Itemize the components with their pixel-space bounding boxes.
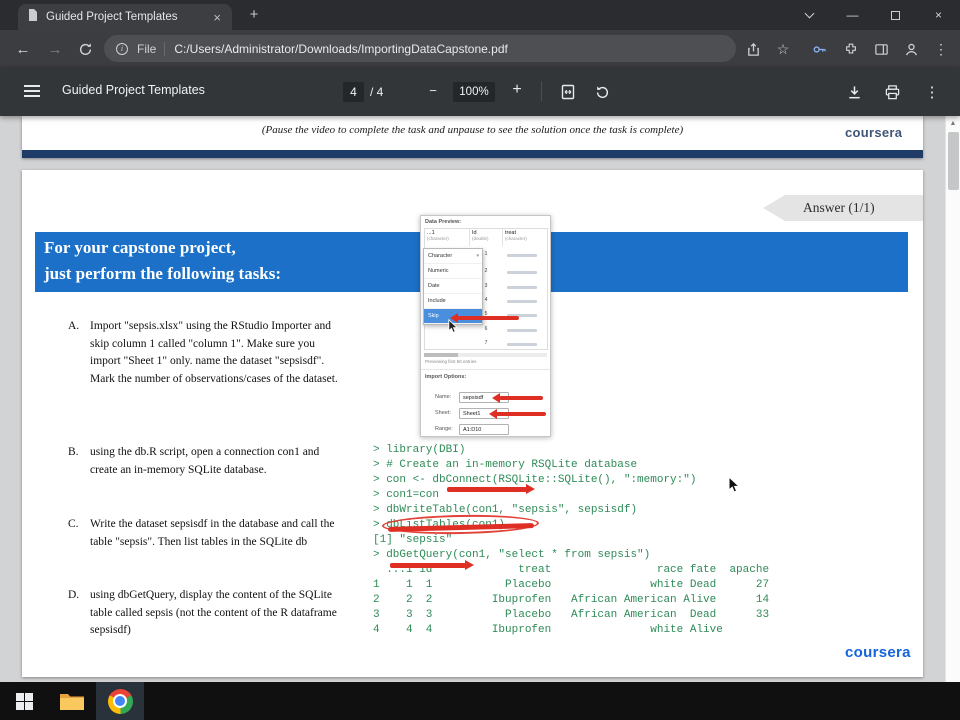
minimize-button[interactable]: —: [831, 0, 874, 30]
download-icon[interactable]: [842, 80, 866, 104]
pdf-toolbar: Guided Project Templates 4 / 4 − 100% + …: [0, 67, 960, 116]
name-label: Name:: [435, 394, 452, 400]
password-key-icon[interactable]: [806, 36, 832, 62]
browser-tab[interactable]: Guided Project Templates ×: [18, 4, 232, 30]
preview-row-id: 6: [484, 326, 488, 332]
sheet-label: Sheet:: [435, 410, 451, 416]
dropdown-caret-icon: ▾: [476, 253, 479, 259]
vertical-scrollbar[interactable]: ▲: [945, 116, 960, 682]
coursera-logo: coursera: [845, 125, 903, 140]
annotation-arrow-dbconnect: [447, 483, 535, 494]
forward-button[interactable]: →: [42, 36, 68, 62]
r-console-output: > library(DBI) > # Create an in-memory R…: [373, 444, 770, 636]
close-window-button[interactable]: ×: [917, 0, 960, 30]
url-text: C:/Users/Administrator/Downloads/Importi…: [174, 41, 508, 56]
folder-icon: [60, 693, 84, 710]
dropdown-item-include[interactable]: Include: [424, 294, 482, 309]
scrollbar-thumb[interactable]: [948, 132, 959, 190]
annotation-arrow-skip: [450, 313, 519, 323]
zoom-level: 100%: [453, 82, 495, 102]
bookmark-star-icon[interactable]: ☆: [770, 36, 796, 62]
banner-line-1: For your capstone project,: [44, 238, 236, 257]
share-icon[interactable]: [740, 36, 766, 62]
reload-button[interactable]: [72, 36, 98, 62]
chrome-taskbar-button[interactable]: [96, 682, 144, 720]
fit-page-icon[interactable]: [556, 80, 580, 104]
column-header-3[interactable]: treat (character): [503, 229, 548, 246]
dropdown-item-date[interactable]: Date: [424, 279, 482, 294]
task-item-b: B. using the db.R script, open a connect…: [68, 446, 320, 476]
pdf-page-3: (Pause the video to complete the task an…: [22, 116, 923, 158]
pause-note: (Pause the video to complete the task an…: [261, 124, 684, 136]
rstudio-import-dialog: Data Preview: ...1 (character) Id (doubl…: [420, 215, 551, 437]
windows-taskbar: [0, 682, 960, 720]
mouse-cursor-icon: [448, 318, 459, 336]
address-bar[interactable]: i File C:/Users/Administrator/Downloads/…: [104, 35, 736, 62]
new-tab-button[interactable]: +: [245, 6, 263, 24]
page-total-label: / 4: [370, 85, 384, 99]
file-explorer-button[interactable]: [48, 682, 96, 720]
url-divider: [164, 41, 166, 56]
answer-ribbon: Answer (1/1): [763, 195, 923, 221]
task-item-c: C. Write the dataset sepsisdf in the dat…: [68, 518, 335, 548]
task-item-d: D. using dbGetQuery, display the content…: [68, 589, 337, 636]
start-button[interactable]: [0, 682, 48, 720]
dropdown-item-character[interactable]: Character ▾: [424, 249, 482, 264]
page-number-input[interactable]: 4: [343, 82, 364, 102]
page-info-icon[interactable]: i: [116, 42, 128, 55]
preview-row-id: 7: [484, 340, 488, 346]
back-button[interactable]: ←: [10, 36, 36, 62]
banner-line-2: just perform the following tasks:: [44, 264, 282, 283]
data-preview-label: Data Preview:: [425, 219, 462, 225]
address-toolbar: ← → i File C:/Users/Administrator/Downlo…: [0, 30, 960, 67]
pdf-page-4: Answer (1/1) For your capstone project, …: [22, 170, 923, 677]
extensions-puzzle-icon[interactable]: [838, 36, 864, 62]
rotate-icon[interactable]: [590, 80, 614, 104]
preview-note: Previewing first 50 entries: [425, 359, 477, 364]
column-header-2[interactable]: Id (double): [470, 229, 503, 246]
tab-close-icon[interactable]: ×: [211, 10, 223, 25]
tab-title: Guided Project Templates: [46, 11, 178, 23]
mouse-cursor-icon: [728, 475, 741, 499]
coursera-logo: coursera: [845, 644, 911, 661]
windows-logo-icon: [15, 692, 33, 710]
import-options-label: Import Options:: [425, 374, 467, 380]
side-panel-icon[interactable]: [868, 36, 894, 62]
pdf-menu-icon[interactable]: [24, 85, 40, 87]
profile-icon[interactable]: [898, 36, 924, 62]
tab-search-chevron-icon[interactable]: [788, 0, 831, 30]
footer-bar: [22, 150, 923, 158]
column-header-1[interactable]: ...1 (character): [425, 229, 470, 246]
pdf-overflow-icon[interactable]: ⋮: [920, 80, 944, 104]
url-scheme-label: File: [137, 41, 157, 56]
pdf-document-title: Guided Project Templates: [62, 83, 205, 97]
range-input[interactable]: A1:D10: [459, 424, 509, 435]
dropdown-item-numeric[interactable]: Numeric: [424, 264, 482, 279]
chrome-icon: [107, 688, 133, 714]
zoom-out-button[interactable]: −: [424, 81, 442, 101]
window-controls: — ×: [788, 0, 960, 30]
scroll-up-icon[interactable]: ▲: [946, 116, 960, 130]
pdf-viewport: (Pause the video to complete the task an…: [0, 116, 960, 682]
maximize-button[interactable]: [874, 0, 917, 30]
zoom-in-button[interactable]: +: [508, 79, 526, 101]
task-item-a: A. Import "sepsis.xlsx" using the RStudi…: [68, 320, 338, 385]
annotation-arrow-dbgetquery: [390, 559, 474, 570]
tab-favicon-icon: [27, 8, 39, 26]
range-label: Range:: [435, 426, 453, 432]
preview-hscrollbar[interactable]: [424, 353, 547, 357]
browser-menu-icon[interactable]: ⋮: [928, 36, 954, 62]
annotation-arrow-name: [492, 393, 543, 403]
range-row: Range: A1:D10: [421, 424, 550, 436]
toolbar-divider: [541, 81, 542, 101]
annotation-arrow-sheet: [489, 409, 546, 419]
print-icon[interactable]: [880, 80, 904, 104]
screen: Guided Project Templates × + — × ← → i F…: [0, 0, 960, 720]
tab-strip: Guided Project Templates × + — ×: [0, 0, 960, 30]
